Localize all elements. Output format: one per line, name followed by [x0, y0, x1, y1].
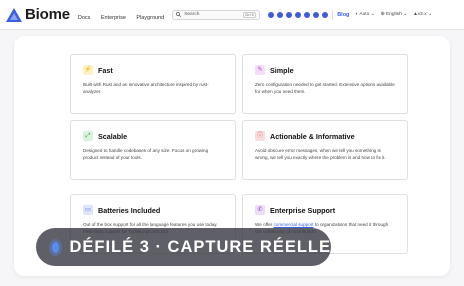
feature-card-simple: ✎ Simple Zero configuration needed to ge…	[242, 54, 408, 114]
mastodon-icon[interactable]	[295, 11, 302, 18]
feature-title: Actionable & Informative	[270, 131, 355, 141]
top-navigation-bar: Biome Docs Enterprise Playground Search …	[0, 0, 464, 30]
feature-title: Scalable	[98, 131, 128, 141]
theme-value: Auto	[359, 12, 370, 17]
brand-name: Biome	[25, 6, 70, 23]
github-icon[interactable]	[277, 11, 284, 18]
version-value: v2.x	[417, 12, 427, 17]
search-placeholder: Search	[184, 12, 200, 17]
pencil-icon: ✎	[255, 65, 265, 75]
chevron-down-icon: ⌄	[403, 12, 408, 17]
feature-title: Enterprise Support	[270, 205, 336, 215]
social-links	[268, 11, 329, 18]
feature-description: Avoid obscure error messages, when we te…	[255, 148, 386, 161]
nav-link-blog[interactable]: Blog	[337, 12, 349, 18]
feature-title: Fast	[98, 65, 113, 75]
language-value: English	[386, 12, 402, 17]
expand-icon: ⤢	[83, 131, 93, 141]
badge-label: DÉFILÉ 3 · CAPTURE RÉELLE	[69, 237, 331, 256]
chevron-down-icon: ⌄	[370, 12, 375, 17]
feature-description: Designed to handle codebases of any size…	[83, 148, 209, 161]
language-select[interactable]: ⊕ English ⌄	[381, 12, 407, 17]
logo[interactable]: Biome	[6, 6, 70, 23]
search-icon	[176, 12, 182, 17]
version-select[interactable]: ▲v2.x ⌄	[413, 12, 432, 17]
battery-icon: ▭	[83, 205, 93, 215]
biome-logo-icon	[6, 7, 22, 22]
search-shortcut: Ctrl K	[242, 11, 257, 18]
phone-icon: ✆	[255, 205, 265, 215]
feature-description: Zero configuration needed to get started…	[255, 82, 395, 95]
status-dot-icon	[52, 241, 60, 253]
desc-text: We offer	[255, 222, 274, 227]
discord-icon[interactable]	[268, 11, 275, 18]
info-icon: ⓘ	[255, 131, 265, 141]
scroll-capture-badge: DÉFILÉ 3 · CAPTURE RÉELLE	[36, 228, 331, 266]
lightning-icon: ⚡	[83, 65, 93, 75]
feature-description: Built with Rust and an innovative archit…	[83, 82, 209, 95]
commercial-support-link[interactable]: commercial support	[273, 222, 313, 227]
chevron-down-icon: ⌄	[428, 12, 433, 17]
feature-card-fast: ⚡ Fast Built with Rust and an innovative…	[70, 54, 236, 114]
feature-card-scalable: ⤢ Scalable Designed to handle codebases …	[70, 120, 236, 180]
nav-link-playground[interactable]: Playground	[136, 15, 164, 21]
theme-select[interactable]: ◐ Auto ⌄	[355, 12, 374, 17]
search-input[interactable]: Search Ctrl K	[172, 9, 261, 20]
feature-title: Batteries Included	[98, 205, 161, 215]
bluesky-icon[interactable]	[313, 11, 320, 18]
divider	[332, 9, 334, 20]
youtube-icon[interactable]	[304, 11, 311, 18]
nav-link-enterprise[interactable]: Enterprise	[101, 15, 126, 21]
main-nav: Docs Enterprise Playground	[78, 6, 170, 24]
open-collective-icon[interactable]	[286, 11, 293, 18]
feature-card-actionable: ⓘ Actionable & Informative Avoid obscure…	[242, 120, 408, 180]
x-icon[interactable]	[322, 11, 329, 18]
feature-title: Simple	[270, 65, 294, 75]
nav-link-docs[interactable]: Docs	[78, 15, 91, 21]
